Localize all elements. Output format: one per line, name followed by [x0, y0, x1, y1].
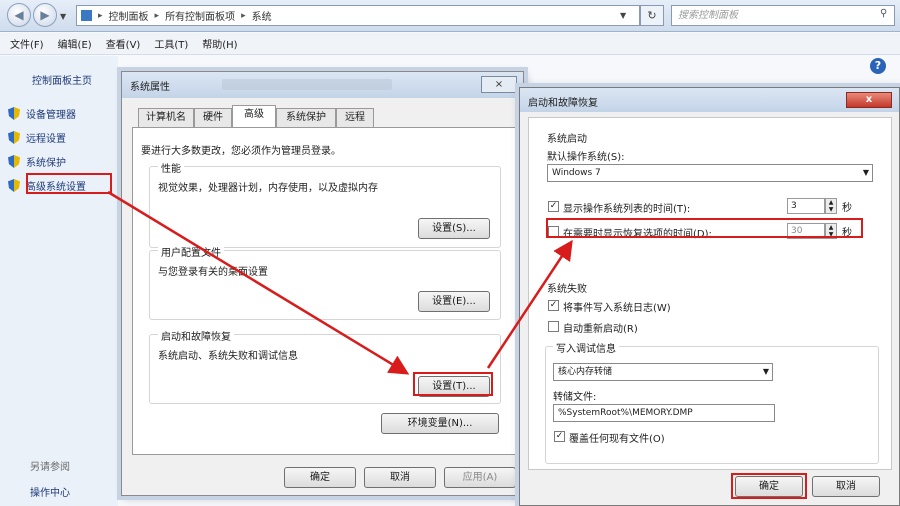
shield-icon: [8, 131, 20, 144]
tab-advanced[interactable]: 高级: [232, 105, 276, 128]
shield-icon: [8, 179, 20, 192]
highlight-box: [26, 173, 112, 194]
breadcrumb-item[interactable]: 所有控制面板项: [165, 8, 235, 23]
breadcrumb-item[interactable]: 控制面板: [109, 8, 149, 23]
debug-type-select[interactable]: 核心内存转储 ▼: [553, 363, 773, 381]
os-list-seconds-input[interactable]: 3: [787, 198, 825, 214]
chevron-down-icon: ▼: [762, 367, 769, 376]
overwrite-label: 覆盖任何现有文件(O): [569, 434, 665, 445]
cancel-button[interactable]: 取消: [364, 467, 436, 488]
menu-tools[interactable]: 工具(T): [154, 36, 188, 51]
address-dropdown-icon[interactable]: ▼: [620, 11, 626, 20]
refresh-icon[interactable]: ↻: [640, 5, 664, 26]
control-panel-home-link[interactable]: 控制面板主页: [32, 72, 92, 87]
tab-remote[interactable]: 远程: [336, 108, 374, 127]
seconds-unit: 秒: [842, 203, 852, 214]
sidebar-item-device-manager[interactable]: 设备管理器: [8, 106, 76, 121]
search-icon[interactable]: ⚲: [880, 8, 887, 19]
menu-view[interactable]: 查看(V): [106, 36, 141, 51]
menu-bar: 文件(F) 编辑(E) 查看(V) 工具(T) 帮助(H): [0, 33, 900, 55]
debug-type-value: 核心内存转储: [558, 367, 613, 377]
group-title: 启动和故障恢复: [158, 328, 234, 343]
system-properties-dialog: 系统属性 × 计算机名 硬件 高级 系统保护 远程 要进行大多数更改，您必须作为…: [121, 71, 524, 496]
cancel-button[interactable]: 取消: [812, 476, 880, 497]
ok-button[interactable]: 确定: [284, 467, 356, 488]
write-event-label: 将事件写入系统日志(W): [563, 303, 671, 314]
recent-pages-icon[interactable]: ▼: [60, 12, 66, 21]
close-button[interactable]: x: [846, 92, 892, 108]
address-bar-region: ◀ ▶ ▼ ▸ 控制面板 ▸ 所有控制面板项 ▸ 系统 ▼ ↻ 搜索控制面板 ⚲: [0, 0, 900, 32]
menu-edit[interactable]: 编辑(E): [58, 36, 92, 51]
group-title: 性能: [158, 160, 184, 175]
highlight-box: [546, 218, 863, 238]
system-failure-heading: 系统失败: [547, 284, 587, 295]
dialog-title: 启动和故障恢复: [528, 98, 598, 109]
overwrite-checkbox[interactable]: ✓: [554, 431, 565, 442]
system-startup-heading: 系统启动: [547, 134, 587, 145]
breadcrumb-chevron-icon: ▸: [154, 10, 160, 21]
debug-info-heading: 写入调试信息: [553, 340, 619, 355]
back-icon[interactable]: ◀: [7, 3, 31, 27]
menu-file[interactable]: 文件(F): [10, 36, 44, 51]
performance-group: 性能 视觉效果，处理器计划，内存使用，以及虚拟内存 设置(S)...: [149, 160, 501, 248]
startup-recovery-panel: 系统启动 默认操作系统(S): Windows 7 ▼ ✓ 显示操作系统列表的时…: [528, 117, 892, 470]
action-center-link[interactable]: 操作中心: [30, 484, 70, 499]
left-task-pane: 控制面板主页 设备管理器 远程设置 系统保护 高级系统设置 另请参阅 操作中心: [0, 56, 118, 506]
sidebar-item-label: 远程设置: [26, 134, 66, 145]
sidebar-item-label: 设备管理器: [26, 110, 76, 121]
group-title: 用户配置文件: [158, 244, 224, 259]
default-os-value: Windows 7: [552, 168, 601, 178]
forward-icon[interactable]: ▶: [33, 3, 57, 27]
dump-file-input[interactable]: %SystemRoot%\MEMORY.DMP: [553, 404, 775, 422]
environment-variables-button[interactable]: 环境变量(N)...: [381, 413, 499, 434]
breadcrumb[interactable]: ▸ 控制面板 ▸ 所有控制面板项 ▸ 系统: [76, 5, 640, 26]
blurred-title-text: [222, 79, 392, 90]
search-input[interactable]: 搜索控制面板: [671, 5, 895, 26]
breadcrumb-chevron-icon: ▸: [241, 10, 246, 21]
spin-updown-icon[interactable]: ▲ ▼: [825, 198, 837, 214]
shield-icon: [8, 155, 20, 168]
see-also-heading: 另请参阅: [30, 462, 70, 473]
control-panel-icon: [81, 10, 92, 21]
tab-computer-name[interactable]: 计算机名: [138, 108, 194, 127]
shield-icon: [8, 107, 20, 120]
tab-hardware[interactable]: 硬件: [194, 108, 232, 127]
sidebar-item-system-protection[interactable]: 系统保护: [8, 154, 66, 169]
menu-help[interactable]: 帮助(H): [202, 36, 237, 51]
performance-settings-button[interactable]: 设置(S)...: [418, 218, 490, 239]
sidebar-item-label: 系统保护: [26, 158, 66, 169]
group-description: 与您登录有关的桌面设置: [158, 267, 268, 278]
user-profiles-group: 用户配置文件 与您登录有关的桌面设置 设置(E)...: [149, 244, 501, 320]
dump-file-label: 转储文件:: [553, 392, 597, 403]
group-description: 系统启动、系统失败和调试信息: [158, 351, 298, 362]
auto-restart-label: 自动重新启动(R): [563, 324, 638, 335]
user-profiles-settings-button[interactable]: 设置(E)...: [418, 291, 490, 312]
tab-system-protection[interactable]: 系统保护: [276, 108, 336, 127]
breadcrumb-chevron-icon: ▸: [98, 10, 103, 21]
advanced-tab-panel: 要进行大多数更改，您必须作为管理员登录。 性能 视觉效果，处理器计划，内存使用，…: [132, 127, 516, 455]
breadcrumb-item[interactable]: 系统: [252, 8, 272, 23]
group-description: 视觉效果，处理器计划，内存使用，以及虚拟内存: [158, 183, 378, 194]
close-button[interactable]: ×: [481, 76, 517, 93]
help-icon[interactable]: ?: [870, 58, 886, 74]
auto-restart-checkbox[interactable]: [548, 321, 559, 332]
dialog-title: 系统属性: [130, 82, 170, 93]
chevron-down-icon: ▼: [862, 168, 869, 177]
sidebar-item-remote-settings[interactable]: 远程设置: [8, 130, 66, 145]
default-os-label: 默认操作系统(S):: [547, 152, 625, 163]
admin-note: 要进行大多数更改，您必须作为管理员登录。: [141, 146, 341, 157]
apply-button[interactable]: 应用(A): [444, 467, 516, 488]
highlight-box: [731, 473, 807, 499]
startup-recovery-dialog: 启动和故障恢复 x 系统启动 默认操作系统(S): Windows 7 ▼ ✓ …: [519, 87, 900, 506]
show-os-list-label: 显示操作系统列表的时间(T):: [563, 204, 691, 215]
write-event-checkbox[interactable]: ✓: [548, 300, 559, 311]
highlight-box: [413, 372, 493, 396]
show-os-list-checkbox[interactable]: ✓: [548, 201, 559, 212]
default-os-select[interactable]: Windows 7 ▼: [547, 164, 873, 182]
